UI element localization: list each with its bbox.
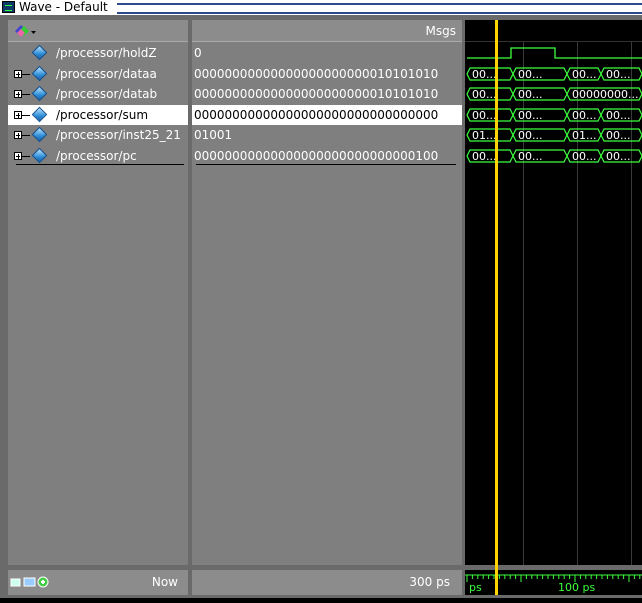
signal-row[interactable]: /processor/inst25_21 [8, 125, 188, 145]
bus-value-label: 00... [518, 150, 543, 163]
signal-row[interactable]: /processor/sum [8, 104, 188, 125]
signal-value: 00000000000000000000000010101010 [194, 66, 439, 81]
bus-value-label: 00... [472, 88, 497, 101]
signal-diamond-icon [31, 126, 48, 143]
signal-diamond-icon [31, 106, 48, 122]
signal-value-row[interactable]: 00000000000000000000000010101010 [192, 64, 462, 84]
now-label: Now [151, 575, 178, 589]
bus-wave: 00... 00... 00... 00... [466, 66, 642, 81]
bus-wave: 00... 00... 00... 00... [466, 148, 642, 163]
signal-value: 01001 [194, 128, 233, 142]
window-title: Wave - Default [19, 0, 108, 14]
expand-icon[interactable] [14, 69, 22, 78]
signal-value: 00000000000000000000000000000000 [194, 107, 439, 122]
signal-diamond-icon [31, 147, 48, 163]
signal-names-pane: /processor/holdZ/processor/dataa/process… [8, 20, 188, 565]
bus-value-label: 00000000... [572, 88, 638, 101]
bus-wave: 00... 00... 00000000... [466, 87, 642, 101]
msgs-label: Msgs [425, 24, 456, 38]
signal-name: /processor/holdZ [56, 46, 157, 60]
signal-name: /processor/datab [56, 87, 158, 101]
tree-line [22, 155, 30, 157]
signal-value: 00000000000000000000000000000100 [194, 148, 439, 163]
holdz-wave [467, 47, 642, 59]
bus-value-label: 01... [472, 129, 497, 142]
now-value-footer: 300 ps [192, 570, 462, 595]
time-ruler[interactable]: ps 100 ps [465, 570, 642, 595]
bus-value-label: 00... [472, 68, 497, 81]
wave-frame: /processor/holdZ/processor/dataa/process… [0, 15, 642, 598]
expand-icon[interactable] [14, 110, 22, 119]
signal-row[interactable]: /processor/dataa [8, 64, 188, 84]
signal-diamond-icon [31, 44, 48, 61]
list-end-line [16, 164, 184, 165]
signal-value-row[interactable]: 0 [192, 43, 462, 63]
signal-value-row[interactable]: 00000000000000000000000010101010 [192, 84, 462, 104]
bus-value-label: 00... [572, 150, 597, 163]
signal-name: /processor/sum [56, 107, 149, 122]
bus-wave: 00... 00... 00... 00... [466, 107, 642, 122]
tree-line [22, 135, 30, 136]
bus-value-label: 00... [518, 129, 543, 142]
bus-value-label: 00... [472, 109, 497, 122]
waveform-pane[interactable]: 00... 00... 00... 00... 00... 00... 00000000..… [465, 20, 642, 565]
tree-line [22, 73, 30, 75]
cursor-tool-icons[interactable] [10, 575, 50, 589]
signal-diamond-icon [31, 85, 48, 102]
signal-diamond-icon [31, 65, 48, 81]
ruler-mid-label: 100 ps [558, 581, 595, 594]
signal-name: /processor/dataa [56, 66, 157, 81]
bus-value-label: 00... [606, 129, 631, 142]
bus-value-label: 00... [472, 150, 497, 163]
signal-tool-icon[interactable] [12, 23, 38, 39]
status-strip [0, 598, 642, 603]
bus-wave: 01... 00... 01... 00... [466, 128, 642, 142]
signal-row[interactable]: /processor/holdZ [8, 43, 188, 63]
bus-value-label: 00... [518, 68, 543, 81]
expand-icon[interactable] [14, 151, 22, 160]
bus-value-label: 01... [572, 129, 597, 142]
expand-icon[interactable] [14, 90, 22, 98]
time-cursor[interactable] [495, 20, 498, 595]
wave-header [465, 20, 642, 42]
now-footer: Now [8, 570, 188, 595]
signal-name: /processor/inst25_21 [56, 128, 181, 142]
bus-value-label: 00... [518, 109, 543, 122]
wave-app-icon [2, 1, 15, 13]
bus-value-label: 00... [606, 109, 631, 122]
signal-value-row[interactable]: 01001 [192, 125, 462, 145]
signal-row[interactable]: /processor/datab [8, 84, 188, 104]
signal-value-row[interactable]: 00000000000000000000000000000100 [192, 146, 462, 166]
names-header [8, 20, 188, 42]
bus-value-label: 00... [518, 88, 543, 101]
ruler-left-label: ps [469, 581, 482, 594]
signal-values-pane: Msgs 0 00000000000000000000000010101010 00… [192, 20, 462, 565]
bus-value-label: 00... [572, 109, 597, 122]
time-ruler-ticks: ps 100 ps [465, 574, 642, 594]
signal-value-row[interactable]: 00000000000000000000000000000000 [192, 104, 462, 125]
signal-name: /processor/pc [56, 148, 137, 163]
tree-line [22, 94, 30, 95]
list-end-line [196, 164, 456, 165]
bus-value-label: 00... [606, 150, 631, 163]
tree-line [22, 114, 30, 116]
bus-value-label: 00... [606, 68, 631, 81]
expand-icon[interactable] [14, 131, 22, 139]
signal-value: 00000000000000000000000010101010 [194, 87, 439, 101]
signal-row[interactable]: /processor/pc [8, 146, 188, 166]
bus-value-label: 00... [572, 68, 597, 81]
titlebar-drag-grip[interactable] [117, 3, 642, 14]
signal-value: 0 [194, 46, 202, 60]
values-header: Msgs [192, 20, 462, 42]
now-time-value: 300 ps [409, 575, 450, 589]
window-titlebar[interactable]: Wave - Default [0, 0, 642, 15]
